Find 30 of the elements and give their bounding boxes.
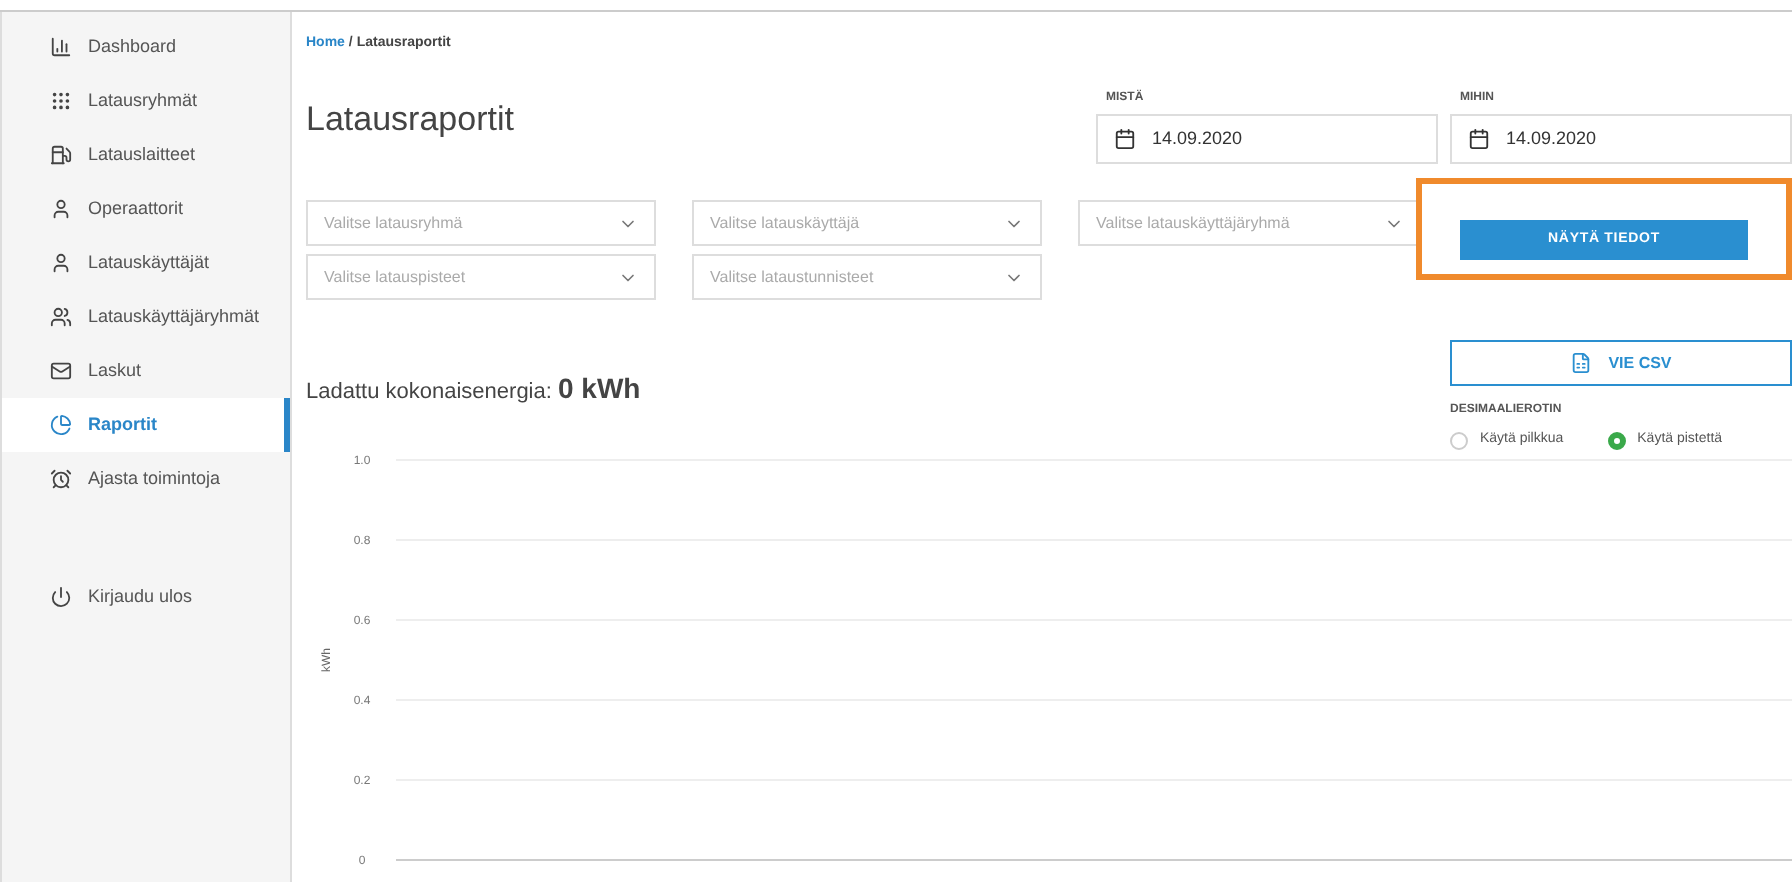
file-icon [1570, 352, 1593, 374]
date-field[interactable]: 14.09.2020 [1096, 114, 1438, 164]
radio-icon [1607, 431, 1626, 450]
page-title: Latausraportit [306, 97, 516, 141]
bar-chart-icon [50, 36, 72, 58]
users-icon [50, 306, 72, 328]
sidebar-item[interactable]: Operaattorit [2, 182, 290, 236]
logout-item[interactable]: Kirjaudu ulos [2, 570, 290, 624]
sidebar-item[interactable]: Latauskäyttäjäryhmät [2, 290, 290, 344]
sidebar-item[interactable]: Latauslaitteet [2, 128, 290, 182]
sidebar-item[interactable]: Raportit [2, 398, 290, 452]
calendar-icon [1468, 128, 1490, 150]
sidebar-item[interactable]: Laskut [2, 344, 290, 398]
sidebar-item[interactable]: Latausryhmät [2, 74, 290, 128]
pie-chart-icon [50, 414, 72, 436]
envelope-icon [50, 360, 72, 382]
sidebar-item[interactable]: Dashboard [2, 20, 290, 74]
user-icon [50, 252, 72, 274]
power-icon [50, 586, 72, 608]
sidebar-item[interactable]: Latauskäyttäjät [2, 236, 290, 290]
sidebar-item[interactable]: Ajasta toimintoja [2, 452, 290, 506]
fuel-pump-icon [50, 144, 72, 166]
energy-total: Ladattu kokonaisenergia: 0 kWh [306, 370, 643, 408]
user-icon [50, 198, 72, 220]
dots-grid-icon [50, 90, 72, 112]
calendar-icon [1114, 128, 1136, 150]
export-csv-button[interactable]: VIE CSV [1450, 340, 1792, 386]
alarm-clock-icon [50, 468, 72, 490]
radio-icon [1450, 431, 1468, 450]
date-field[interactable]: 14.09.2020 [1450, 114, 1792, 164]
